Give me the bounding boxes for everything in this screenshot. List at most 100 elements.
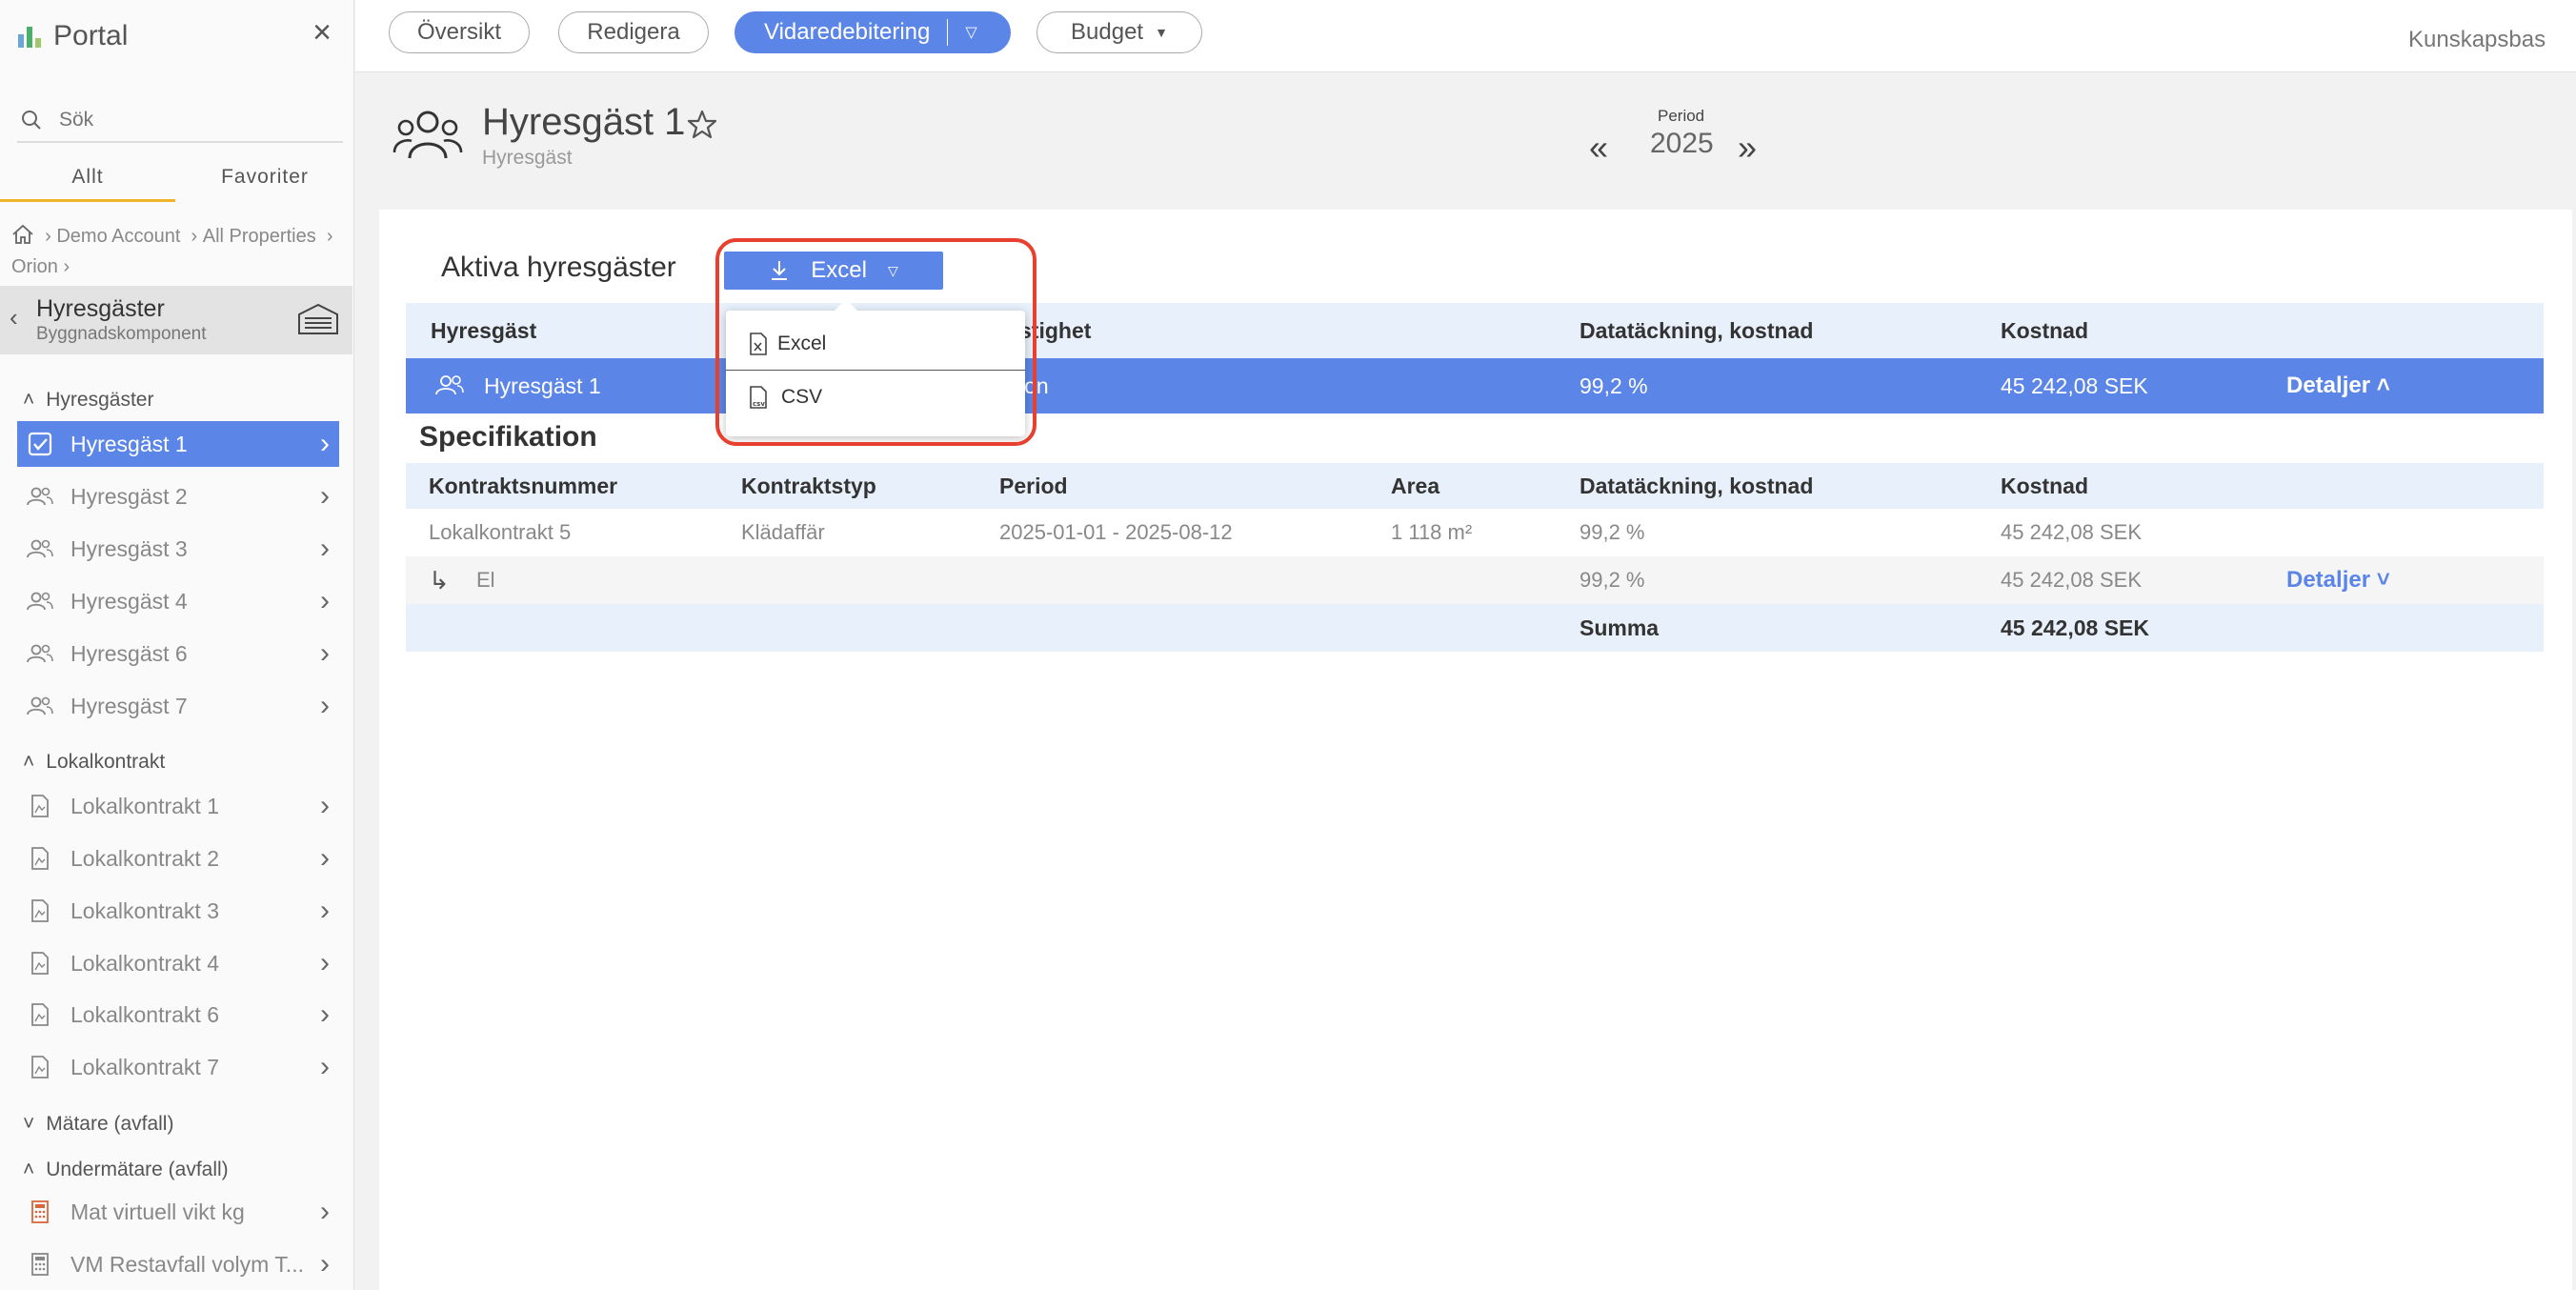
col-coverage: Datatäckning, kostnad xyxy=(1580,317,1814,343)
table-row[interactable]: Lokalkontrakt 5 Klädaffär 2025-01-01 - 2… xyxy=(406,509,2544,556)
tab-all[interactable]: Allt xyxy=(0,160,175,202)
group-tenants[interactable]: ˄ Hyresgäster xyxy=(23,389,153,412)
checkbox-checked-icon xyxy=(23,432,57,456)
sidebar-item-tenant-7[interactable]: Hyresgäst 7 › xyxy=(17,683,339,729)
details-toggle[interactable]: Detaljer ˅ xyxy=(2286,567,2390,594)
sidebar-item-tenant-6[interactable]: Hyresgäst 6 › xyxy=(17,631,339,676)
page-title: Hyresgäst 1 xyxy=(482,101,686,143)
sidebar-item-contract-4[interactable]: Lokalkontrakt 4 › xyxy=(17,940,339,986)
breadcrumb: › Demo Account › All Properties › Orion … xyxy=(11,224,333,277)
chevron-up-icon: ˄ xyxy=(23,389,35,411)
tab-favorites[interactable]: Favoriter xyxy=(175,160,354,202)
tab-overview[interactable]: Översikt xyxy=(389,11,530,53)
chevron-up-icon: ˄ xyxy=(23,1159,35,1180)
chevron-down-icon: ˅ xyxy=(23,1113,35,1135)
next-period-icon[interactable]: » xyxy=(1738,128,1757,168)
sidebar-item-submeter-1[interactable]: Mat virtuell vikt kg › xyxy=(17,1189,339,1235)
col-tenant: Hyresgäst xyxy=(431,317,537,343)
chevron-right-icon: › xyxy=(320,1196,330,1227)
chevron-right-icon: › xyxy=(320,1051,330,1082)
sidebar-item-contract-7[interactable]: Lokalkontrakt 7 › xyxy=(17,1044,339,1090)
chevron-right-icon: › xyxy=(320,998,330,1030)
caret-down-icon[interactable]: ▽ xyxy=(965,23,976,42)
sidebar-item-tenant-3[interactable]: Hyresgäst 3 › xyxy=(17,526,339,572)
col-cost: Kostnad xyxy=(2001,317,2088,343)
chevron-right-icon: › xyxy=(320,1248,330,1280)
row-coverage: 99,2 % xyxy=(1580,373,1648,398)
row-tenant: Hyresgäst 1 xyxy=(484,373,601,398)
col-cost: Kostnad xyxy=(2001,473,2088,498)
people-icon xyxy=(23,486,57,507)
chevron-right-icon: › xyxy=(320,585,330,616)
tab-edit[interactable]: Redigera xyxy=(558,11,709,53)
tab-budget-label: Budget xyxy=(1071,19,1144,45)
sidebar-item-contract-2[interactable]: Lokalkontrakt 2 › xyxy=(17,836,339,881)
sidebar-item-contract-3[interactable]: Lokalkontrakt 3 › xyxy=(17,888,339,934)
chevron-right-icon: › xyxy=(320,790,330,821)
caret-down-icon: ▼ xyxy=(1155,25,1168,40)
star-icon[interactable] xyxy=(686,109,718,141)
search-icon xyxy=(22,111,41,130)
section-header: ‹ Hyresgäster Byggnadskomponent xyxy=(0,286,352,354)
back-icon[interactable]: ‹ xyxy=(10,303,18,333)
breadcrumb-all-properties[interactable]: All Properties xyxy=(203,226,316,247)
home-icon[interactable] xyxy=(11,224,34,247)
document-icon xyxy=(23,846,57,871)
people-icon xyxy=(23,538,57,559)
spec-table-header: Kontraktsnummer Kontraktstyp Period Area… xyxy=(406,463,2544,509)
breadcrumb-demo-account[interactable]: Demo Account xyxy=(56,226,180,247)
chevron-right-icon: › xyxy=(320,637,330,669)
section-title: Hyresgäster xyxy=(36,295,165,322)
people-icon xyxy=(23,591,57,612)
search-input[interactable] xyxy=(59,109,326,131)
calculator-icon xyxy=(23,1252,57,1277)
chevron-right-icon: › xyxy=(320,533,330,564)
breadcrumb-orion[interactable]: Orion xyxy=(11,256,58,277)
chevron-right-icon: › xyxy=(320,947,330,978)
bar-chart-icon xyxy=(18,27,41,48)
group-submeters[interactable]: ˄ Undermätare (avfall) xyxy=(23,1159,229,1181)
knowledge-base-link[interactable]: Kunskapsbas xyxy=(2408,27,2546,53)
tab-rebilling[interactable]: Vidaredebitering ▽ xyxy=(735,11,1011,53)
col-contract-type: Kontraktstyp xyxy=(741,473,876,498)
chevron-right-icon: › xyxy=(320,842,330,874)
tab-rebilling-label: Vidaredebitering xyxy=(764,19,931,45)
sum-value: 45 242,08 SEK xyxy=(2001,615,2150,640)
group-meters[interactable]: ˅ Mätare (avfall) xyxy=(23,1113,173,1136)
search-field[interactable] xyxy=(17,99,343,143)
sidebar-item-contract-1[interactable]: Lokalkontrakt 1 › xyxy=(17,783,339,829)
sidebar-item-submeter-2[interactable]: VM Restavfall volym T... › xyxy=(17,1241,339,1287)
page-subtitle: Hyresgäst xyxy=(482,147,573,169)
period-value: 2025 xyxy=(1650,128,1714,159)
document-icon xyxy=(23,1002,57,1027)
document-icon xyxy=(23,1055,57,1079)
sidebar-item-contract-6[interactable]: Lokalkontrakt 6 › xyxy=(17,992,339,1038)
chevron-right-icon: › xyxy=(320,428,330,459)
sidebar-item-tenant-4[interactable]: Hyresgäst 4 › xyxy=(17,578,339,624)
table-row[interactable]: ↳ El 99,2 % 45 242,08 SEK Detaljer ˅ xyxy=(406,556,2544,604)
brand-name: Portal xyxy=(53,20,129,51)
close-sidebar-icon[interactable]: × xyxy=(307,16,337,49)
col-coverage: Datatäckning, kostnad xyxy=(1580,473,1814,498)
sidebar-item-tenant-1[interactable]: Hyresgäst 1 › xyxy=(17,421,339,467)
specification-title: Specifikation xyxy=(419,421,597,453)
chevron-up-icon: ˄ xyxy=(23,751,35,773)
details-toggle[interactable]: Detaljer ˄ xyxy=(2286,373,2390,399)
group-contracts[interactable]: ˄ Lokalkontrakt xyxy=(23,751,165,774)
row-cost: 45 242,08 SEK xyxy=(2001,373,2148,398)
document-icon xyxy=(23,951,57,976)
col-contract-number: Kontraktsnummer xyxy=(429,473,618,498)
subdirectory-arrow-icon: ↳ xyxy=(429,565,450,595)
sidebar-item-tenant-2[interactable]: Hyresgäst 2 › xyxy=(17,474,339,519)
tenants-icon xyxy=(392,111,463,159)
document-icon xyxy=(23,898,57,923)
previous-period-icon[interactable]: « xyxy=(1589,128,1608,168)
sum-row: Summa 45 242,08 SEK xyxy=(406,604,2544,652)
chevron-down-icon: ˅ xyxy=(2376,567,2390,593)
tab-budget[interactable]: Budget ▼ xyxy=(1036,11,1202,53)
chevron-up-icon: ˄ xyxy=(2376,373,2390,398)
chevron-right-icon: › xyxy=(320,480,330,512)
chevron-right-icon: › xyxy=(320,690,330,721)
period-label: Period xyxy=(1658,107,1705,125)
brand-logo[interactable]: Portal xyxy=(17,15,128,57)
